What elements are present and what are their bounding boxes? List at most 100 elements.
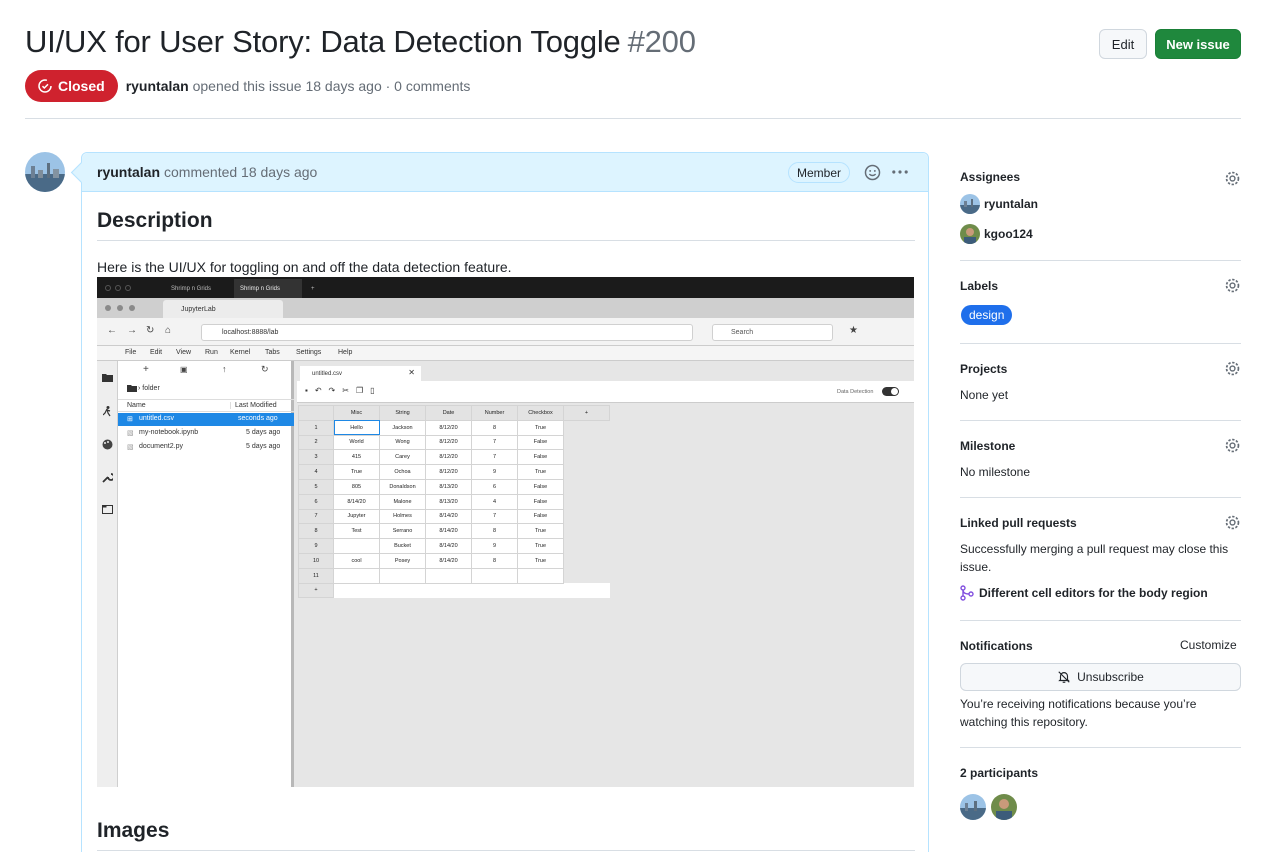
customize-link[interactable]: Customize <box>1180 638 1237 652</box>
grid-cell: 8/12/20 <box>425 464 472 480</box>
grid-cell <box>425 567 472 584</box>
gear-icon[interactable] <box>1224 277 1241 294</box>
grid-cell: 8/14/20 <box>425 523 472 540</box>
participant-avatar[interactable] <box>960 794 986 820</box>
grid-cell: False <box>517 478 564 495</box>
grid-cell: Serrano <box>379 523 426 540</box>
avatar <box>960 224 980 244</box>
grid-cell: 8/12/20 <box>425 434 472 451</box>
menu-item: Edit <box>150 349 163 356</box>
grid-cell: 415 <box>333 449 380 466</box>
grid-cell: Malone <box>379 493 426 510</box>
comment-box: ryuntalan commented 18 days ago Member D… <box>81 152 929 852</box>
issue-author-link[interactable]: ryuntalan <box>126 78 189 94</box>
browser-tab-active: Shrimp n Grids <box>234 279 302 298</box>
sidebar-divider <box>960 420 1241 421</box>
kebab-menu-icon[interactable] <box>890 162 910 182</box>
grid-row: 7 Jupyter Holmes 8/14/20 7 False <box>298 508 610 525</box>
issue-title-text: UI/UX for User Story: Data Detection Tog… <box>25 24 621 59</box>
grid-cell: 8/12/20 <box>425 449 472 466</box>
unsubscribe-button[interactable]: Unsubscribe <box>960 663 1241 691</box>
grid-cell: 9 <box>471 464 518 480</box>
smiley-icon[interactable] <box>862 162 882 182</box>
grid-cell <box>563 435 610 450</box>
grid-cell: 7 <box>471 449 518 466</box>
grid-cell <box>563 509 610 524</box>
issue-meta: ryuntalan opened this issue 18 days ago … <box>126 78 471 94</box>
gear-icon[interactable] <box>1224 514 1241 531</box>
palette-icon <box>102 439 113 450</box>
folder-icon <box>102 374 113 382</box>
menu-item: Kernel <box>230 349 251 356</box>
grid-cell <box>563 464 610 480</box>
menu-item: View <box>176 349 192 356</box>
grid-cell: True <box>517 538 564 554</box>
grid-toolbar: ▪↶↷✂❐▯ Data Detection <box>297 381 914 403</box>
row-header: 4 <box>298 464 334 480</box>
sidebar-divider <box>960 747 1241 748</box>
grid-cell <box>563 568 610 584</box>
avatar[interactable] <box>25 152 65 192</box>
grid-cell: 8 <box>471 419 518 436</box>
label-design[interactable]: design <box>961 305 1013 325</box>
document-tab-label: untitled.csv <box>312 370 343 377</box>
grid-cell <box>563 449 610 465</box>
edit-button[interactable]: Edit <box>1099 29 1147 59</box>
comment-author-link[interactable]: ryuntalan <box>97 164 160 180</box>
grid-cell: 8/14/20 <box>333 493 380 510</box>
participant-avatar[interactable] <box>991 794 1017 820</box>
menu-item: Run <box>205 349 218 356</box>
grid-cell <box>333 538 380 554</box>
assignee-item[interactable]: kgoo124 <box>960 224 1033 244</box>
grid-cell: World <box>333 434 380 451</box>
gear-icon[interactable] <box>1224 360 1241 377</box>
grid-cell: 7 <box>471 508 518 525</box>
window-dot-icon <box>129 305 135 311</box>
data-grid: Misc String Date Number Checkbox + 1 Hell… <box>298 405 610 599</box>
jupyter-activity-bar <box>97 361 118 787</box>
window-dot-icon <box>125 285 131 291</box>
grid-cell: 8/14/20 <box>425 552 472 569</box>
add-column-icon: + <box>563 405 610 421</box>
grid-cell: True <box>517 419 564 436</box>
state-badge: Closed <box>25 70 118 102</box>
close-icon: ✕ <box>408 368 415 377</box>
column-header: Misc <box>333 405 380 421</box>
gear-icon[interactable] <box>1224 437 1241 454</box>
column-name: Name <box>127 402 146 409</box>
images-heading: Images <box>97 819 170 842</box>
new-issue-button[interactable]: New issue <box>1155 29 1241 59</box>
menu-item: File <box>125 349 137 356</box>
notebook-file-icon: ▧ <box>127 430 134 437</box>
bell-slash-icon <box>1058 671 1070 683</box>
row-header: 11 <box>298 567 334 584</box>
row-header: 9 <box>298 538 334 554</box>
grid-row: 2 World Wong 8/12/20 7 False <box>298 434 610 451</box>
grid-cell <box>517 567 564 584</box>
linked-pr-link[interactable]: Different cell editors for the body regi… <box>960 585 1208 601</box>
embedded-screenshot[interactable]: Shrimp n Grids Shrimp n Grids + JupyterL… <box>97 277 914 787</box>
menu-item: Tabs <box>265 349 280 356</box>
tabs-icon <box>102 505 113 514</box>
grid-cell: False <box>517 449 564 466</box>
grid-cell <box>563 420 610 436</box>
issue-meta-text: opened this issue 18 days ago · 0 commen… <box>192 78 471 94</box>
assignee-item[interactable]: ryuntalan <box>960 194 1038 214</box>
column-last-modified: Last Modified <box>230 402 277 409</box>
running-icon <box>103 406 111 417</box>
comment-time[interactable]: commented 18 days ago <box>164 164 317 180</box>
grid-cell: 9 <box>471 538 518 554</box>
browser-tab: Shrimp n Grids <box>171 285 212 292</box>
jupyter-menubar: File Edit View Run Kernel Tabs Settings … <box>97 346 914 361</box>
gear-icon[interactable] <box>1224 170 1241 187</box>
grid-cell: True <box>517 523 564 540</box>
grid-cell: 8 <box>471 552 518 569</box>
grid-cell: Jackson <box>379 419 426 436</box>
back-icon: ← <box>107 325 117 336</box>
toolbar-icons: ▪↶↷✂❐▯ <box>305 386 382 395</box>
browser-tabbar: Shrimp n Grids Shrimp n Grids + <box>97 277 914 298</box>
home-icon: ⌂ <box>165 325 172 336</box>
file-modified: seconds ago <box>238 415 278 422</box>
state-label: Closed <box>58 78 105 94</box>
grid-row: 10 cool Posey 8/14/20 8 True <box>298 552 610 569</box>
